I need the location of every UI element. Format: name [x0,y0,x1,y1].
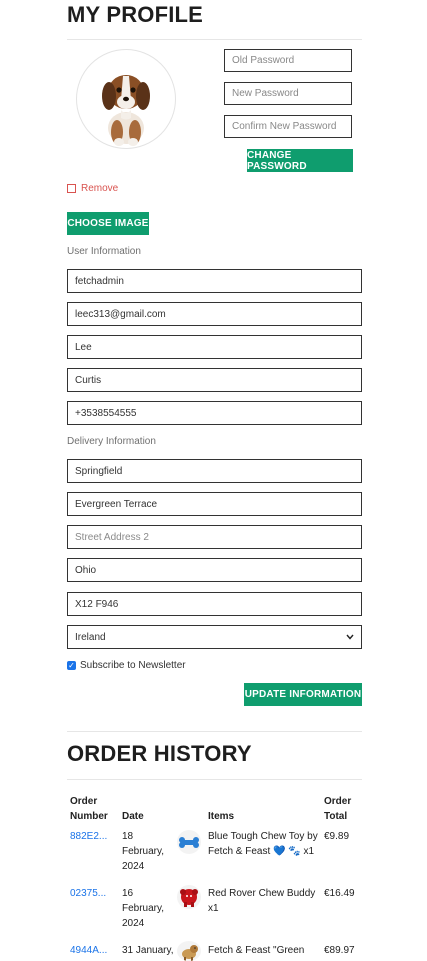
order-item-line: Fetch & Feast 💙 🐾 x1 [208,846,315,857]
avatar [76,49,176,149]
username-field[interactable]: fetchadmin [67,269,362,293]
order-items: Red Rover Chew Buddy x1 [208,886,315,916]
newsletter-option[interactable]: ✓ Subscribe to Newsletter [67,660,186,671]
header-items: Items [208,811,235,822]
header-order-number-line1: Order [70,796,98,807]
last-name-field[interactable]: Curtis [67,368,362,392]
email-field[interactable]: leec313@gmail.com [67,302,362,326]
delivery-information-heading: Delivery Information [67,436,156,447]
confirm-password-input[interactable]: Confirm New Password [224,115,352,138]
country-select[interactable]: Ireland [67,625,362,649]
newsletter-label: Subscribe to Newsletter [80,660,186,671]
puppy-avatar-icon [102,75,150,146]
order-item-line: Red Rover Chew Buddy [208,888,316,899]
order-history-divider [67,779,362,780]
new-password-input[interactable]: New Password [224,82,352,105]
order-date-line: 16 [122,888,134,899]
header-order-number: Order Number [70,794,108,824]
street-address-2-field[interactable]: Street Address 2 [67,525,362,549]
phone-field[interactable]: +3538554555 [67,401,362,425]
choose-image-button[interactable]: CHOOSE IMAGE [67,212,149,235]
order-date-line: 18 [122,831,134,842]
header-order-total: Order Total [324,794,351,824]
item-thumbnail [177,830,201,854]
town-field[interactable]: Springfield [67,459,362,483]
county-field[interactable]: Ohio [67,558,362,582]
order-total: €9.89 [324,831,350,842]
red-rover-toy-icon [180,889,198,907]
street-address-1-field[interactable]: Evergreen Terrace [67,492,362,516]
order-total: €89.97 [324,945,355,956]
remove-checkbox[interactable] [67,184,76,193]
order-date: 16 February, 2024 [122,886,164,931]
order-history-title: ORDER HISTORY [67,741,252,766]
chevron-down-icon [346,634,354,640]
postcode-field[interactable]: X12 F946 [67,592,362,616]
item-thumbnail [177,885,201,909]
order-date-line: 31 January, [122,945,174,956]
title-divider [67,39,362,40]
old-password-input[interactable]: Old Password [224,49,352,72]
header-order-total-line2: Total [324,811,348,822]
first-name-field[interactable]: Lee [67,335,362,359]
order-date-line: 2024 [122,861,145,872]
update-information-button[interactable]: UPDATE INFORMATION [244,683,362,706]
header-order-total-line1: Order [324,796,352,807]
header-date: Date [122,811,144,822]
order-date-line: February, [122,903,165,914]
order-item-line: x1 [208,903,219,914]
order-items: Blue Tough Chew Toy by Fetch & Feast 💙 🐾… [208,829,318,859]
order-total: €16.49 [324,888,355,899]
order-number-link[interactable]: 4944A... [70,943,107,958]
item-thumbnail [177,941,201,961]
blue-bone-toy-icon [179,837,199,848]
order-item-line: Blue Tough Chew Toy by [208,831,318,842]
change-password-button[interactable]: CHANGE PASSWORD [247,149,353,172]
newsletter-checkbox[interactable]: ✓ [67,661,76,670]
order-number-link[interactable]: 02375... [70,886,106,901]
country-value: Ireland [75,631,106,643]
section-divider [67,731,362,732]
remove-image-option[interactable]: Remove [67,183,118,194]
dog-figure-icon [182,945,198,961]
header-order-number-line2: Number [70,811,108,822]
order-date: 31 January, [122,943,174,958]
order-date-line: 2024 [122,918,145,929]
remove-label: Remove [81,183,119,194]
order-items: Fetch & Feast "Green [208,943,304,958]
order-number-link[interactable]: 882E2... [70,829,107,844]
page-title: MY PROFILE [67,2,204,27]
order-item-line: Fetch & Feast "Green [208,945,305,956]
user-information-heading: User Information [67,246,141,257]
order-date: 18 February, 2024 [122,829,164,874]
order-date-line: February, [122,846,165,857]
